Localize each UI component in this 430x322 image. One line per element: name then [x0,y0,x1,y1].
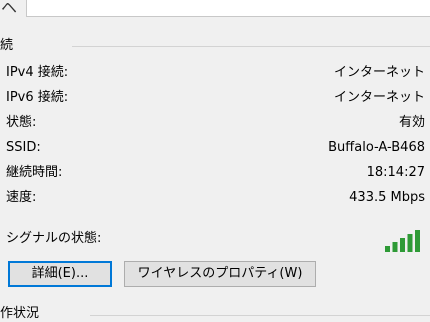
signal-bar [415,230,420,252]
signal-row: シグナルの状態: [0,224,430,254]
signal-bar [400,238,405,252]
signal-label: シグナルの状態: [6,231,102,246]
ssid-value: Buffalo-A-B468 [328,140,425,155]
collapse-chevron-icon: ヘ [1,0,18,17]
duration-row: 継続時間: 18:14:27 [0,162,430,184]
ssid-label: SSID: [6,140,41,155]
speed-label: 速度: [6,190,37,205]
state-row: 状態: 有効 [0,112,430,134]
duration-value: 18:14:27 [366,165,425,180]
connection-group-title: 続 [0,36,16,56]
ipv6-label: IPv6 接続: [6,90,69,105]
ipv4-row: IPv4 接続: インターネット [0,62,430,84]
speed-row: 速度: 433.5 Mbps [0,187,430,209]
ipv6-row: IPv6 接続: インターネット [0,87,430,109]
signal-bar [392,242,398,252]
speed-value: 433.5 Mbps [349,190,425,205]
duration-label: 継続時間: [6,165,63,180]
group-divider [72,46,430,47]
activity-group-header: 作状況 [0,304,430,322]
ipv4-value: インターネット [333,65,425,80]
signal-bar [385,246,390,252]
signal-strength-icon [385,230,420,252]
activity-group-title: 作状況 [0,304,40,322]
details-button[interactable]: 詳細(E)... [8,261,112,287]
ssid-row: SSID: Buffalo-A-B468 [0,137,430,159]
top-panel-edge [26,0,430,17]
connection-group-header: 続 [0,36,430,56]
wifi-status-dialog: ヘ 続 IPv4 接続: インターネット IPv6 接続: インターネット 状態… [0,0,430,322]
top-strip: ヘ [0,0,430,22]
group-divider [90,315,430,316]
state-value: 有効 [398,115,425,130]
wireless-properties-button[interactable]: ワイヤレスのプロパティ(W) [124,261,316,287]
state-label: 状態: [6,115,37,130]
ipv4-label: IPv4 接続: [6,65,69,80]
signal-bar [407,234,413,252]
ipv6-value: インターネット [333,90,425,105]
